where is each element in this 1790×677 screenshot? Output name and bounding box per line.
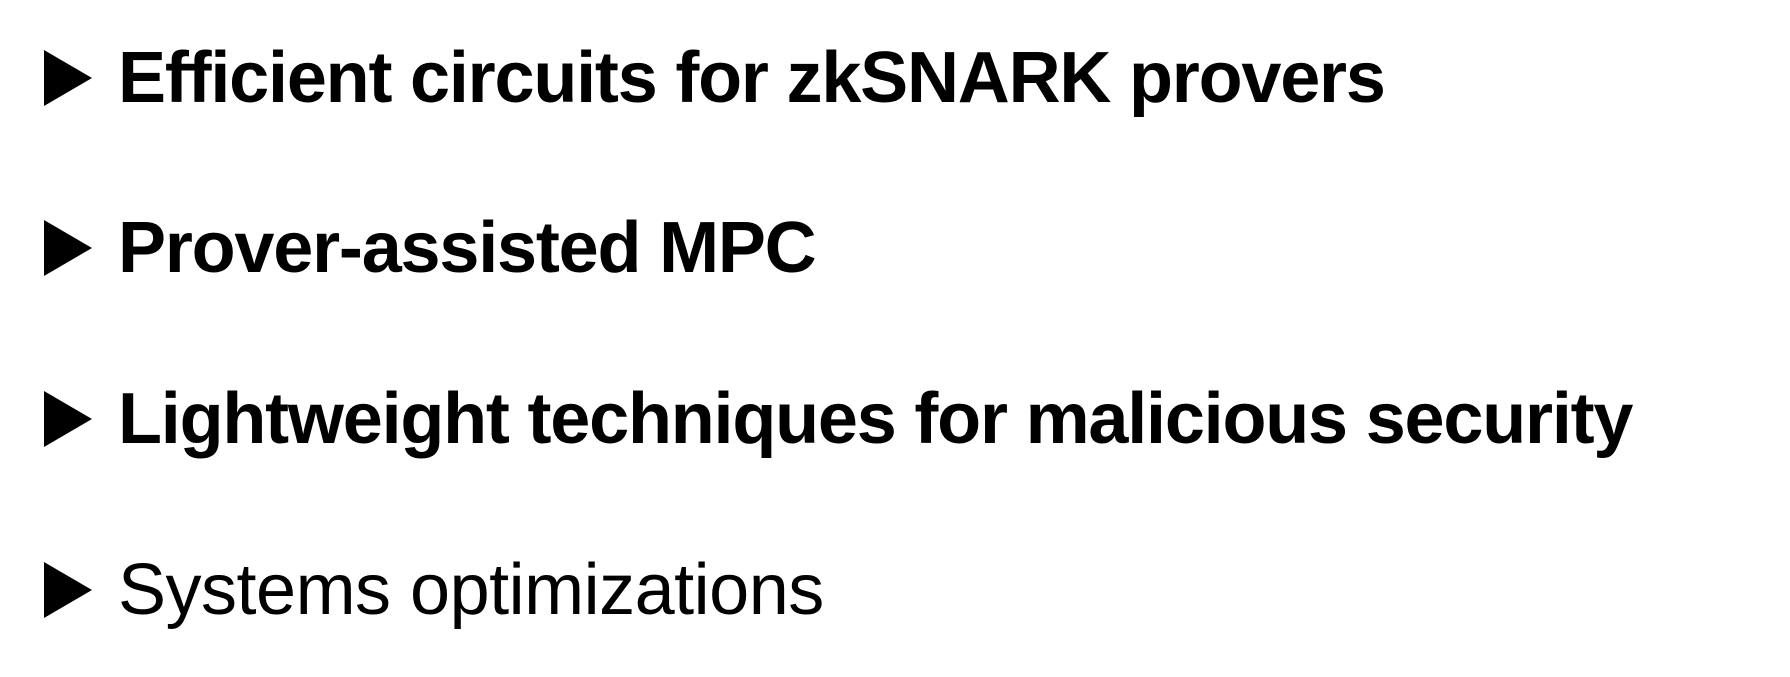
bullet-item-lightweight-techniques: Lightweight techniques for malicious sec… xyxy=(44,374,1633,464)
play-triangle-icon xyxy=(44,220,92,276)
play-triangle-icon xyxy=(44,50,92,106)
play-triangle-icon xyxy=(44,562,92,618)
bullet-text: Prover-assisted MPC xyxy=(118,208,817,288)
bullet-item-prover-assisted-mpc: Prover-assisted MPC xyxy=(44,203,817,293)
bullet-item-efficient-circuits: Efficient circuits for zkSNARK provers xyxy=(44,33,1386,123)
bullet-item-systems-optimizations: Systems optimizations xyxy=(44,545,824,635)
play-triangle-icon xyxy=(44,391,92,447)
bullet-text: Lightweight techniques for malicious sec… xyxy=(118,379,1633,459)
bullet-text: Efficient circuits for zkSNARK provers xyxy=(118,38,1386,118)
bullet-text: Systems optimizations xyxy=(118,550,824,630)
